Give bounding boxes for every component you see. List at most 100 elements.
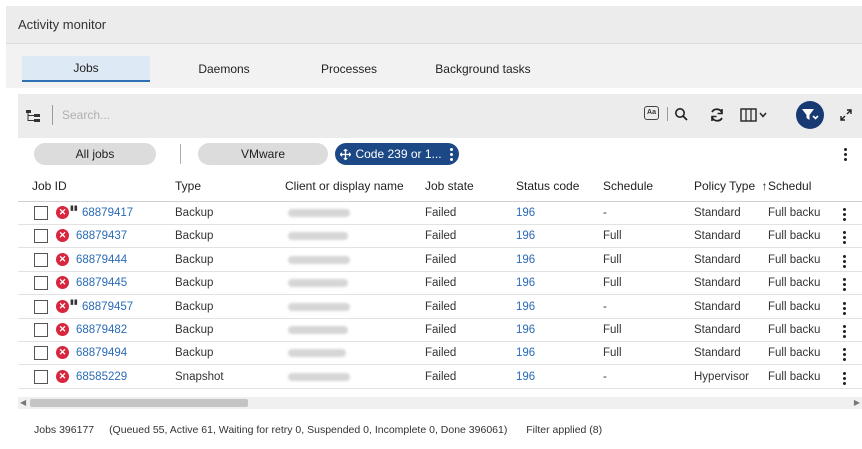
row-more-icon[interactable]	[842, 231, 846, 245]
tab-jobs[interactable]: Jobs	[22, 56, 150, 82]
more-options-icon[interactable]	[843, 148, 847, 161]
col-schedule-type[interactable]: Schedul	[768, 179, 820, 193]
row-checkbox[interactable]	[34, 299, 48, 314]
tab-processes[interactable]: Processes	[294, 56, 404, 82]
toolbar-divider	[52, 105, 53, 125]
refresh-icon[interactable]	[709, 107, 725, 123]
policy-type: Standard	[694, 324, 741, 336]
job-id-link[interactable]: 68879445	[76, 277, 127, 289]
table-row[interactable]: ✕ 68585229 Snapshot Failed 196 - Hypervisor Ful…	[18, 366, 862, 389]
table-row[interactable]: ✕ 68879494 Backup Failed 196 Full Standard Full…	[18, 342, 862, 366]
expand-icon[interactable]	[840, 109, 852, 121]
status-code-link[interactable]: 196	[516, 254, 535, 266]
col-job-state[interactable]: Job state	[425, 179, 474, 193]
policy-type: Standard	[694, 277, 741, 290]
col-status-code[interactable]: Status code	[516, 179, 579, 193]
tab-daemons[interactable]: Daemons	[174, 56, 274, 82]
policy-type: Standard	[694, 207, 741, 219]
schedule-type: Full backup	[768, 300, 820, 313]
error-icon: ✕	[56, 252, 69, 266]
row-more-icon[interactable]	[842, 254, 846, 268]
job-id-link[interactable]: 68879417	[82, 207, 133, 219]
row-checkbox[interactable]	[34, 252, 48, 267]
job-id-link[interactable]: 68585229	[76, 371, 127, 383]
job-type: Backup	[175, 300, 214, 313]
code-filter-chip[interactable]: Code 239 or 1...	[335, 143, 459, 165]
row-checkbox[interactable]	[34, 369, 48, 384]
status-code-link[interactable]: 196	[516, 230, 535, 242]
client-name-redacted	[288, 232, 348, 241]
status-code-link[interactable]: 196	[516, 301, 535, 313]
job-id-link[interactable]: 68879482	[76, 324, 127, 336]
status-code-link[interactable]: 196	[516, 371, 535, 383]
all-jobs-chip[interactable]: All jobs	[34, 143, 156, 165]
table-row[interactable]: ✕ 68879445 Backup Failed 196 Full Standard Full…	[18, 272, 862, 296]
tab-background-tasks[interactable]: Background tasks	[418, 56, 548, 82]
status-code-link[interactable]: 196	[516, 347, 535, 359]
chip-more-icon[interactable]	[450, 147, 454, 161]
col-job-id[interactable]: Job ID	[32, 179, 67, 193]
match-case-icon[interactable]: Aa	[644, 106, 659, 120]
job-id-link[interactable]: 68879457	[82, 301, 133, 313]
schedule: Full	[603, 347, 622, 360]
schedule: -	[603, 370, 607, 383]
job-type: Backup	[175, 230, 214, 243]
row-checkbox[interactable]	[34, 229, 48, 244]
filter-button[interactable]	[796, 101, 824, 129]
client-name-redacted	[288, 349, 346, 358]
row-checkbox[interactable]	[34, 346, 48, 361]
job-state: Failed	[425, 347, 457, 360]
row-more-icon[interactable]	[842, 301, 846, 315]
table-row[interactable]: ✕ 68879482 Backup Failed 196 Full Standard Full…	[18, 319, 862, 342]
schedule: Full	[603, 230, 622, 243]
status-code-link[interactable]: 196	[516, 324, 535, 336]
horizontal-scrollbar[interactable]: ◀ ▶	[18, 397, 862, 409]
row-checkbox[interactable]	[34, 206, 48, 220]
chip-divider	[180, 144, 181, 164]
jobs-breakdown: (Queued 55, Active 61, Waiting for retry…	[109, 424, 508, 436]
table-row[interactable]: ✕ ▮▮ 68879417 Backup Failed 196 - Standard Full …	[18, 202, 862, 225]
policy-type: Standard	[694, 230, 741, 243]
error-icon: ✕	[56, 229, 69, 243]
search-input[interactable]	[62, 103, 622, 127]
schedule-type: Full backup	[768, 230, 820, 243]
row-checkbox[interactable]	[34, 323, 48, 337]
job-id-link[interactable]: 68879444	[76, 254, 127, 266]
row-more-icon[interactable]	[842, 348, 846, 362]
vmware-chip[interactable]: VMware	[198, 143, 328, 165]
scrollbar-thumb[interactable]	[30, 399, 248, 407]
col-schedule[interactable]: Schedule	[603, 179, 653, 193]
row-more-icon[interactable]	[842, 325, 846, 338]
schedule: Full	[603, 277, 622, 290]
col-client[interactable]: Client or display name	[285, 179, 404, 193]
policy-type: Standard	[694, 347, 741, 360]
job-state: Failed	[425, 324, 457, 336]
row-more-icon[interactable]	[842, 371, 846, 385]
col-type[interactable]: Type	[175, 179, 201, 193]
job-state: Failed	[425, 300, 457, 313]
scroll-left-icon[interactable]: ◀	[20, 397, 26, 409]
error-icon: ✕	[56, 346, 69, 360]
row-more-icon[interactable]	[842, 278, 846, 292]
job-type: Backup	[175, 277, 214, 290]
job-id-link[interactable]: 68879437	[76, 230, 127, 242]
status-code-link[interactable]: 196	[516, 277, 535, 289]
row-more-icon[interactable]	[842, 208, 846, 221]
table-row[interactable]: ✕ 68879437 Backup Failed 196 Full Standard Full…	[18, 225, 862, 249]
search-icon[interactable]	[674, 107, 688, 121]
job-state: Failed	[425, 230, 457, 243]
job-id-link[interactable]: 68879494	[76, 347, 127, 359]
error-icon: ✕	[56, 299, 69, 313]
table-row[interactable]: ✕ ▮▮ 68879457 Backup Failed 196 - Standard Full …	[18, 296, 862, 319]
status-code-link[interactable]: 196	[516, 207, 535, 219]
child-job-icon: ▮▮	[70, 298, 78, 306]
col-policy-type[interactable]: Policy Type ↑	[694, 179, 768, 193]
scroll-right-icon[interactable]: ▶	[854, 397, 860, 409]
columns-icon[interactable]	[740, 108, 768, 122]
table-row[interactable]: ✕ 68879444 Backup Failed 196 Full Standard Full…	[18, 249, 862, 272]
row-checkbox[interactable]	[34, 276, 48, 291]
child-job-icon: ▮▮	[70, 205, 78, 212]
code-filter-label: Code 239 or 1...	[355, 147, 442, 161]
tree-view-icon[interactable]	[26, 110, 40, 122]
search-divider	[667, 107, 668, 121]
